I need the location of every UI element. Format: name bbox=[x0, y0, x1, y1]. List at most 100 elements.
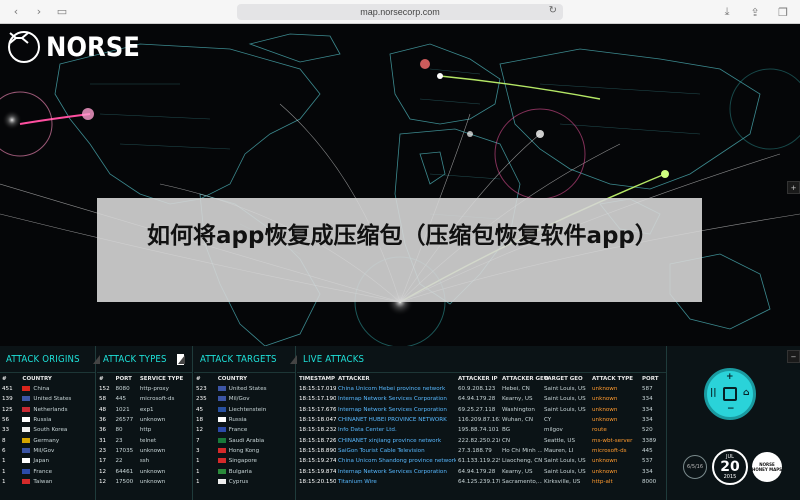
attacker-cell: SaiGon Tourist Cable Television bbox=[338, 447, 425, 454]
side-minus-icon[interactable]: − bbox=[787, 350, 800, 363]
target-geo-cell: Saint Louis, US bbox=[544, 386, 586, 393]
attacker-geo-cell: Wuhan, CN bbox=[502, 417, 534, 424]
port-cell: 520 bbox=[642, 427, 653, 434]
attack-targets-panel: ATTACK TARGETS # COUNTRY 523 United States… bbox=[194, 346, 298, 500]
port-cell: 17500 bbox=[115, 478, 134, 485]
target-geo-cell: Kirksville, US bbox=[544, 478, 581, 485]
count-cell: 18 bbox=[196, 417, 204, 424]
country-cell: France bbox=[216, 425, 294, 435]
timestamp-cell: 18:15:18.047 bbox=[299, 417, 336, 424]
country-name: Germany bbox=[33, 437, 60, 444]
flag-icon bbox=[22, 437, 31, 443]
count-cell: 36 bbox=[99, 427, 107, 434]
country-name: France bbox=[33, 468, 53, 475]
table-row: 18:15:19.874 Internap Network Services Co… bbox=[297, 466, 665, 476]
service-cell: unknown bbox=[139, 447, 166, 454]
attacker-ip-cell: 116.209.87.161 bbox=[458, 417, 500, 424]
table-row: 18:15:17.019 China Unicom Hebei province … bbox=[297, 384, 665, 394]
date-range-badge[interactable]: 6/5/16 bbox=[683, 455, 707, 479]
port-cell: 3389 bbox=[642, 437, 657, 444]
attacker-cell: CHINANET HUBEI PROVINCE NETWORK bbox=[338, 417, 447, 424]
country-cell: Hong Kong bbox=[216, 446, 294, 456]
table-row: 125 Netherlands bbox=[0, 405, 94, 415]
table-row: 3 Hong Kong bbox=[194, 446, 294, 456]
flag-icon bbox=[22, 468, 31, 474]
country-cell: Liechtenstein bbox=[216, 405, 294, 415]
flag-icon bbox=[22, 386, 31, 392]
table-row: 523 United States bbox=[194, 384, 294, 394]
count-cell: 12 bbox=[196, 427, 204, 434]
sidebar-icon[interactable]: ▭ bbox=[55, 5, 69, 19]
attack-origins-panel: ATTACK ORIGINS # COUNTRY 451 China 139 Unite… bbox=[0, 346, 100, 500]
count-cell: 1 bbox=[196, 468, 200, 475]
map-control-pad[interactable]: + − || ⌂ bbox=[704, 368, 756, 420]
attacker-ip-cell: 64.94.179.28 bbox=[458, 396, 496, 403]
date-badge: JUL 20 2015 bbox=[712, 449, 748, 485]
country-cell: France bbox=[20, 466, 94, 476]
reload-icon[interactable]: ↻ bbox=[549, 5, 557, 16]
chevron-right-icon[interactable]: › bbox=[32, 5, 46, 19]
table-row: 7 Saudi Arabia bbox=[194, 435, 294, 445]
count-cell: 48 bbox=[99, 406, 107, 413]
table-row: 1 Cyprus bbox=[194, 477, 294, 487]
port-cell: 334 bbox=[642, 417, 653, 424]
zoom-out-icon[interactable]: − bbox=[727, 404, 735, 414]
chevron-left-icon[interactable]: ‹ bbox=[9, 5, 23, 19]
table-row: 152 8080 http-proxy bbox=[97, 384, 191, 394]
table-row: 36 26577 unknown bbox=[97, 415, 191, 425]
flag-icon bbox=[217, 458, 226, 464]
home-icon[interactable]: ⌂ bbox=[743, 388, 749, 398]
address-bar[interactable]: map.norsecorp.com ↻ bbox=[237, 4, 563, 20]
side-plus-icon[interactable]: + bbox=[787, 181, 800, 194]
live-attacks-table: TIMESTAMP ATTACKER ATTACKER IP ATTACKER GEO… bbox=[297, 373, 665, 487]
share-icon[interactable]: ⇪ bbox=[748, 5, 762, 19]
country-cell: Mil/Gov bbox=[20, 446, 94, 456]
port-cell: 22 bbox=[115, 458, 123, 465]
tabs-icon[interactable]: ❐ bbox=[776, 5, 790, 19]
attacker-ip-cell: 69.25.27.118 bbox=[458, 406, 496, 413]
count-cell: 7 bbox=[196, 437, 200, 444]
download-icon[interactable]: ⤓ bbox=[720, 5, 734, 19]
port-cell: 587 bbox=[642, 386, 653, 393]
honey-maps-badge[interactable]: NORSE HONEY MAPS bbox=[752, 452, 782, 482]
expand-icon[interactable] bbox=[177, 353, 185, 365]
table-row: 8 Germany bbox=[0, 435, 94, 445]
attacker-geo-cell: Ho Chi Minh ... bbox=[502, 447, 542, 454]
table-row: 1 France bbox=[0, 466, 94, 476]
country-name: China bbox=[33, 386, 50, 393]
attack-origins-title: ATTACK ORIGINS bbox=[6, 353, 80, 365]
table-row: 45 Liechtenstein bbox=[194, 405, 294, 415]
flag-icon bbox=[22, 417, 31, 423]
zoom-in-icon[interactable]: + bbox=[726, 372, 734, 382]
table-row: 18:15:19.274 China Unicom Shandong provin… bbox=[297, 456, 665, 466]
table-row: 33 South Korea bbox=[0, 425, 94, 435]
country-cell: United States bbox=[216, 384, 294, 394]
country-cell: Russia bbox=[20, 415, 94, 425]
port-cell: 8000 bbox=[642, 478, 657, 485]
attack-targets-table: # COUNTRY 523 United States 235 Mil/Gov 45 Lie… bbox=[194, 373, 294, 487]
count-cell: 1 bbox=[196, 478, 200, 485]
service-cell: microsoft-ds bbox=[139, 396, 175, 403]
table-row: 1 Japan bbox=[0, 456, 94, 466]
service-cell: unknown bbox=[139, 468, 166, 475]
count-cell: 523 bbox=[196, 386, 207, 393]
port-cell: 17035 bbox=[115, 447, 134, 454]
attack-types-table: # PORT SERVICE TYPE 152 8080 http-proxy 58 445… bbox=[97, 373, 191, 487]
port-cell: 8080 bbox=[115, 386, 130, 393]
country-name: Hong Kong bbox=[228, 447, 260, 454]
target-geo-cell: Mauren, LI bbox=[544, 447, 574, 454]
table-row: 12 64461 unknown bbox=[97, 466, 191, 476]
port-cell: 23 bbox=[115, 437, 123, 444]
table-row: 36 80 http bbox=[97, 425, 191, 435]
count-cell: 235 bbox=[196, 396, 207, 403]
table-row: 31 23 telnet bbox=[97, 435, 191, 445]
attacker-cell: Internap Network Services Corporation bbox=[338, 396, 447, 403]
timestamp-cell: 18:15:17.190 bbox=[299, 396, 336, 403]
attack-types-panel: ATTACK TYPES # PORT SERVICE TYPE 152 8080 ht… bbox=[97, 346, 193, 500]
attacker-ip-cell: 61.133.119.229 bbox=[458, 458, 500, 465]
norse-logo-icon bbox=[8, 31, 40, 63]
center-icon[interactable] bbox=[723, 387, 737, 401]
flag-icon bbox=[217, 447, 226, 453]
country-cell: Singapore bbox=[216, 456, 294, 466]
pause-icon[interactable]: || bbox=[710, 388, 717, 398]
